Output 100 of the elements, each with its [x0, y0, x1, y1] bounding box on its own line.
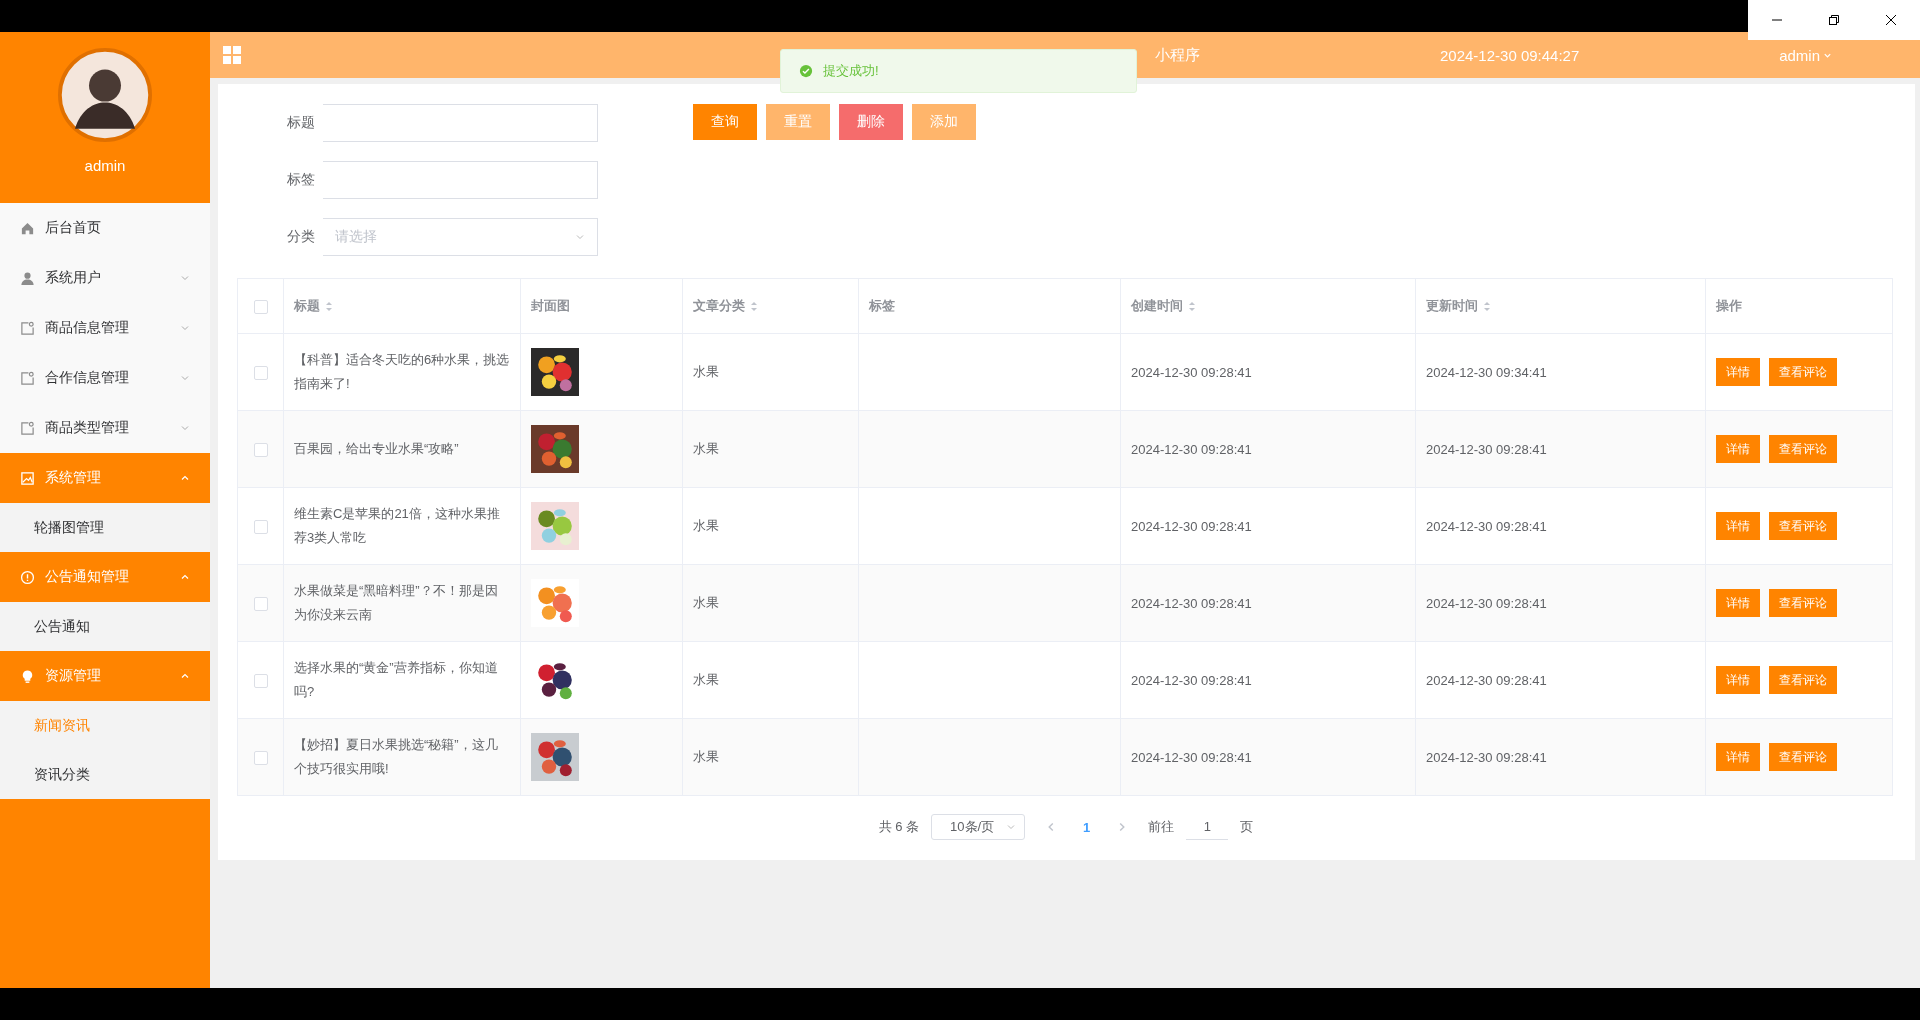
page-size-select[interactable]: 10条/页: [931, 814, 1026, 840]
table-cell: 2024-12-30 09:28:41: [1131, 749, 1252, 765]
column-header: 标签: [869, 297, 895, 315]
table-cell-text: 水果做菜是“黑暗料理”？不！那是因为你没来云南: [294, 582, 499, 624]
chevron-down-icon: [180, 373, 190, 383]
column-header: 文章分类: [693, 297, 745, 315]
text-field[interactable]: [323, 104, 598, 142]
app-title: 小程序: [1155, 45, 1200, 65]
table-cell: 2024-12-30 09:28:41: [1131, 518, 1252, 534]
sort-icon[interactable]: [1483, 300, 1491, 312]
table-cell-text: 【妙招】夏日水果挑选“秘籍”，这几个技巧很实用哦!: [294, 736, 499, 778]
action-button[interactable]: 添加: [912, 104, 976, 140]
avatar-icon: [58, 48, 152, 142]
column-header: 封面图: [531, 297, 570, 315]
table-cell: 水果: [693, 749, 719, 764]
table-cell: 2024-12-30 09:28:41: [1426, 672, 1547, 688]
submenu-item[interactable]: 轮播图管理: [0, 503, 210, 552]
chevron-up-icon: [180, 572, 190, 582]
bulb-icon: [20, 668, 35, 684]
checkbox[interactable]: [253, 750, 268, 765]
table-cell: 2024-12-30 09:28:41: [1131, 595, 1252, 611]
chevron-down-icon: [180, 323, 190, 333]
total-count: 共 6 条: [878, 818, 920, 836]
restore-icon[interactable]: [1828, 14, 1840, 26]
row-action-button[interactable]: 详情: [1716, 435, 1760, 463]
table-cell: 水果: [693, 364, 719, 379]
field-label: 标签: [287, 171, 315, 189]
document-icon: [20, 320, 35, 336]
checkbox[interactable]: [253, 442, 268, 457]
menu-item[interactable]: 公告通知管理: [0, 552, 210, 602]
table-cell: 水果: [693, 595, 719, 610]
table-cell: 2024-12-30 09:28:41: [1131, 364, 1252, 380]
chevron-down-icon: [575, 232, 585, 242]
column-header: 更新时间: [1426, 297, 1478, 315]
checkbox[interactable]: [253, 596, 268, 611]
action-button[interactable]: 查询: [693, 104, 757, 140]
submenu-item[interactable]: 资讯分类: [0, 750, 210, 799]
row-action-button[interactable]: 详情: [1716, 589, 1760, 617]
table-cell: 2024-12-30 09:28:41: [1131, 672, 1252, 688]
table-cell: 2024-12-30 09:34:41: [1426, 364, 1547, 380]
table-cell: 水果: [693, 518, 719, 533]
toast-message: 提交成功!: [823, 62, 879, 80]
username: admin: [84, 157, 126, 174]
page-suffix: 页: [1240, 818, 1254, 836]
goto-label: 前往: [1148, 818, 1175, 836]
chevron-up-icon: [180, 671, 190, 681]
checkbox[interactable]: [253, 365, 268, 380]
checkbox[interactable]: [253, 673, 268, 688]
table-cell: 2024-12-30 09:28:41: [1131, 441, 1252, 457]
chevron-down-icon: [1006, 822, 1017, 832]
row-action-button[interactable]: 详情: [1716, 666, 1760, 694]
row-action-button[interactable]: 查看评论: [1769, 743, 1837, 771]
checkbox[interactable]: [253, 519, 268, 534]
row-action-button[interactable]: 详情: [1716, 512, 1760, 540]
field-label: 标题: [287, 114, 315, 132]
sort-icon[interactable]: [1188, 300, 1196, 312]
sort-icon[interactable]: [325, 300, 333, 312]
row-action-button[interactable]: 详情: [1716, 743, 1760, 771]
table-cell: 2024-12-30 09:28:41: [1426, 441, 1547, 457]
column-header: 操作: [1716, 297, 1742, 315]
table-cell: 2024-12-30 09:28:41: [1426, 595, 1547, 611]
table-cell-text: 选择水果的“黄金”营养指标，你知道吗?: [294, 659, 499, 701]
home-icon: [20, 220, 35, 236]
row-action-button[interactable]: 查看评论: [1769, 666, 1837, 694]
document-icon: [20, 370, 35, 386]
row-action-button[interactable]: 查看评论: [1769, 512, 1837, 540]
table-cell: 2024-12-30 09:28:41: [1426, 518, 1547, 534]
row-action-button[interactable]: 详情: [1716, 358, 1760, 386]
column-header: 创建时间: [1131, 297, 1183, 315]
table-cell-text: 维生素C是苹果的21倍，这种水果推荐3类人常吃: [294, 505, 501, 547]
page-number[interactable]: 1: [1077, 819, 1097, 835]
user-menu[interactable]: admin: [1779, 46, 1832, 64]
menu-item[interactable]: 资源管理: [0, 651, 210, 701]
checkbox[interactable]: [253, 299, 268, 314]
submenu-item[interactable]: 新闻资讯: [0, 701, 210, 750]
submenu-item[interactable]: 公告通知: [0, 602, 210, 651]
action-button[interactable]: 重置: [766, 104, 830, 140]
user-icon: [20, 270, 35, 286]
select-field[interactable]: 请选择: [323, 218, 598, 256]
chevron-up-icon: [180, 473, 190, 483]
close-icon[interactable]: [1885, 14, 1898, 26]
row-action-button[interactable]: 查看评论: [1769, 589, 1837, 617]
table-cell-text: 【科普】适合冬天吃的6种水果，挑选指南来了!: [294, 351, 510, 393]
row-action-button[interactable]: 查看评论: [1769, 358, 1837, 386]
table-cell-text: 百果园，给出专业水果“攻略”: [294, 440, 460, 458]
chevron-down-icon: [180, 423, 190, 433]
column-header: 标题: [294, 297, 320, 315]
menu-item[interactable]: 系统管理: [0, 453, 210, 503]
row-action-button[interactable]: 查看评论: [1769, 435, 1837, 463]
action-button[interactable]: 删除: [839, 104, 903, 140]
text-field[interactable]: [323, 161, 598, 199]
table-cell: 2024-12-30 09:28:41: [1426, 749, 1547, 765]
grid-menu-icon[interactable]: [222, 45, 242, 65]
document-icon: [20, 420, 35, 436]
table-cell: 水果: [693, 441, 719, 456]
chevron-down-icon: [180, 273, 190, 283]
image-icon: [20, 470, 35, 486]
date-time: 2024-12-30 09:44:27: [1440, 46, 1580, 64]
alert-circle-icon: [20, 569, 35, 585]
sort-icon[interactable]: [750, 300, 758, 312]
